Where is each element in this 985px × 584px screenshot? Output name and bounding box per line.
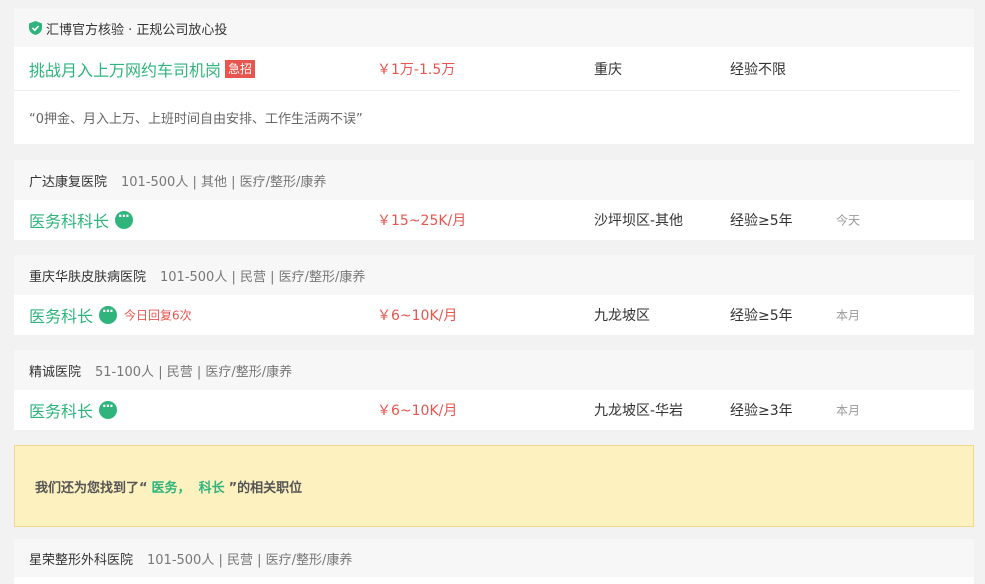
job-title[interactable]: 医务科长 <box>29 303 93 327</box>
urgent-badge: 急招 <box>225 59 256 78</box>
job-row[interactable]: 医务科长 今日回复6次 ￥6~10K/月 九龙坡区 经验≥5年 本月 <box>14 295 974 335</box>
experience: 经验≥5年 <box>730 308 793 324</box>
experience: 经验不限 <box>730 61 786 78</box>
location: 重庆 <box>594 61 622 78</box>
salary: ￥6~10K/月 <box>377 308 458 324</box>
company-header: 精诚医院 51-100人 | 民营 | 医疗/整形/康养 <box>14 350 974 390</box>
post-time: 本月 <box>836 403 861 418</box>
company-name[interactable]: 精诚医院 <box>29 361 81 380</box>
job-card[interactable]: 星荣整形外科医院 101-500人 | 民营 | 医疗/整形/康养 <box>14 539 974 584</box>
chat-icon[interactable] <box>99 399 118 419</box>
company-name[interactable]: 星荣整形外科医院 <box>29 549 133 568</box>
company-meta: 101-500人 | 民营 | 医疗/整形/康养 <box>160 269 366 285</box>
job-row[interactable]: 医务科科长 ￥15~25K/月 沙坪坝区-其他 经验≥5年 今天 <box>14 200 974 240</box>
salary: ￥15~25K/月 <box>377 213 467 229</box>
job-highlight-quote: “0押金、月入上万、上班时间自由安排、工作生活两不误” <box>29 112 363 127</box>
featured-job-card[interactable]: 汇博官方核验 · 正规公司放心投 挑战月入上万网约车司机岗 急招 ￥1万-1.5… <box>14 9 974 144</box>
job-card[interactable]: 广达康复医院 101-500人 | 其他 | 医疗/整形/康养 医务科科长 ￥1… <box>14 160 974 240</box>
company-header: 重庆华肤皮肤病医院 101-500人 | 民营 | 医疗/整形/康养 <box>14 255 974 295</box>
job-title-link[interactable]: 医务科长 <box>29 398 118 422</box>
company-name[interactable]: 重庆华肤皮肤病医院 <box>29 266 146 285</box>
verify-text: 汇博官方核验 · 正规公司放心投 <box>46 22 228 38</box>
location: 九龙坡区 <box>594 308 650 324</box>
job-title[interactable]: 医务科科长 <box>29 208 109 232</box>
chat-icon[interactable] <box>115 209 134 229</box>
job-card[interactable]: 重庆华肤皮肤病医院 101-500人 | 民营 | 医疗/整形/康养 医务科长 … <box>14 255 974 335</box>
experience: 经验≥3年 <box>730 403 793 419</box>
company-meta: 51-100人 | 民营 | 医疗/整形/康养 <box>95 364 293 380</box>
company-meta: 101-500人 | 其他 | 医疗/整形/康养 <box>121 174 327 190</box>
job-title[interactable]: 挑战月入上万网约车司机岗 <box>29 57 221 81</box>
company-meta: 101-500人 | 民营 | 医疗/整形/康养 <box>147 552 353 568</box>
notice-keyword-2: 科长 <box>198 480 225 496</box>
featured-job-row[interactable]: 挑战月入上万网约车司机岗 急招 ￥1万-1.5万 重庆 经验不限 <box>14 47 959 91</box>
salary: ￥1万-1.5万 <box>377 61 456 78</box>
location: 九龙坡区-华岩 <box>594 403 684 419</box>
job-title-link[interactable]: 医务科科长 <box>29 208 134 232</box>
post-time: 今天 <box>836 213 861 228</box>
salary: ￥6~10K/月 <box>377 403 458 419</box>
notice-suffix: ”的相关职位 <box>228 480 303 496</box>
job-title-link[interactable]: 医务科长 <box>29 303 118 327</box>
job-title-link[interactable]: 挑战月入上万网约车司机岗 急招 <box>29 57 256 81</box>
verify-banner: 汇博官方核验 · 正规公司放心投 <box>14 9 974 47</box>
chat-icon[interactable] <box>99 304 118 324</box>
job-title[interactable]: 医务科长 <box>29 398 93 422</box>
company-name[interactable]: 广达康复医院 <box>29 171 107 190</box>
notice-keyword-1: 医务， <box>151 480 191 496</box>
job-card[interactable]: 精诚医院 51-100人 | 民营 | 医疗/整形/康养 医务科长 ￥6~10K… <box>14 350 974 430</box>
experience: 经验≥5年 <box>730 213 793 229</box>
job-row[interactable]: 医务科长 ￥6~10K/月 九龙坡区-华岩 经验≥3年 本月 <box>14 390 974 430</box>
shield-check-icon <box>29 21 42 35</box>
post-time: 本月 <box>836 308 861 323</box>
company-header: 星荣整形外科医院 101-500人 | 民营 | 医疗/整形/康养 <box>14 539 974 577</box>
company-header: 广达康复医院 101-500人 | 其他 | 医疗/整形/康养 <box>14 160 974 200</box>
notice-prefix: 我们还为您找到了“ <box>35 480 148 496</box>
related-jobs-notice: 我们还为您找到了“ 医务， 科长 ”的相关职位 <box>14 445 974 527</box>
reply-count: 今日回复6次 <box>124 308 192 323</box>
location: 沙坪坝区-其他 <box>594 213 684 229</box>
